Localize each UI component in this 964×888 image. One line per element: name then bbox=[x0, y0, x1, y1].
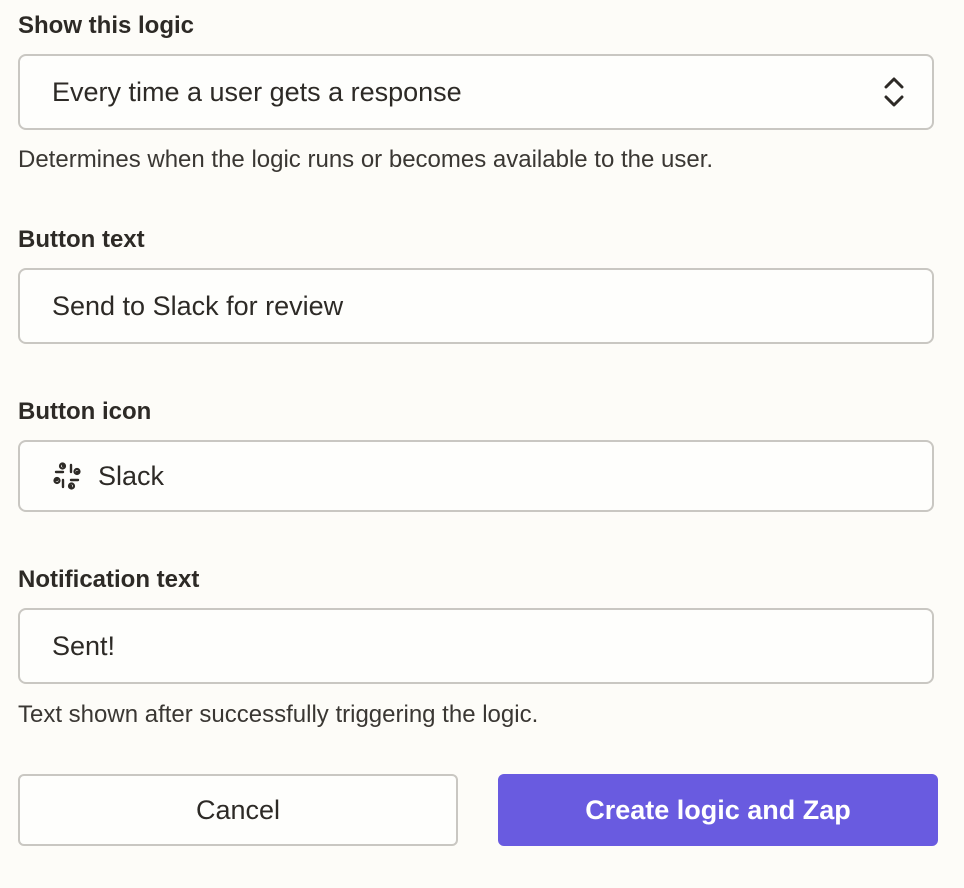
button-icon-value: Slack bbox=[98, 461, 165, 491]
button-icon-label: Button icon bbox=[18, 398, 152, 425]
button-icon-picker[interactable]: Slack bbox=[18, 440, 934, 512]
button-text-label: Button text bbox=[18, 226, 145, 253]
cancel-button[interactable]: Cancel bbox=[18, 774, 458, 846]
create-logic-and-zap-button[interactable]: Create logic and Zap bbox=[498, 774, 938, 846]
logic-trigger-selected-value: Every time a user gets a response bbox=[52, 77, 462, 107]
notification-text-help-text: Text shown after successfully triggering… bbox=[18, 701, 539, 728]
notification-text-value: Sent! bbox=[52, 631, 116, 661]
logic-trigger-label: Show this logic bbox=[18, 12, 195, 39]
logic-trigger-select[interactable]: Every time a user gets a response bbox=[18, 54, 934, 130]
chevron-up-down-icon bbox=[884, 77, 904, 107]
button-text-input[interactable]: Send to Slack for review bbox=[18, 268, 934, 344]
logic-trigger-help-text: Determines when the logic runs or become… bbox=[18, 146, 714, 173]
notification-text-input[interactable]: Sent! bbox=[18, 608, 934, 684]
notification-text-label: Notification text bbox=[18, 566, 200, 593]
button-text-value: Send to Slack for review bbox=[52, 291, 344, 321]
slack-icon bbox=[53, 462, 81, 490]
